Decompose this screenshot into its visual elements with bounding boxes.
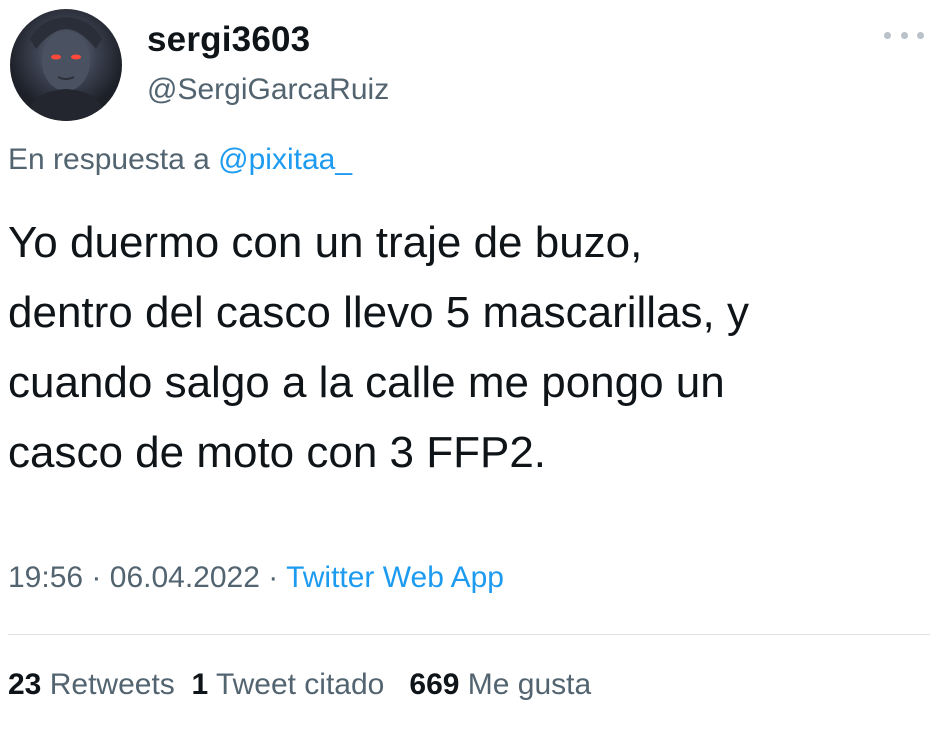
more-dot <box>884 31 891 39</box>
reply-prefix: En respuesta a <box>8 143 210 176</box>
quotes-count: 1 <box>191 668 209 701</box>
likes-stat[interactable]: 669 Me gusta <box>409 668 591 701</box>
user-handle[interactable]: @SergiGarcaRuiz <box>147 73 389 107</box>
more-dot <box>917 31 924 39</box>
meta-separator: · <box>268 561 279 594</box>
retweets-stat[interactable]: 23 Retweets <box>8 668 175 701</box>
likes-label: Me gusta <box>467 668 592 701</box>
quotes-label: Tweet citado <box>215 668 385 701</box>
profile-avatar-icon <box>24 17 108 121</box>
divider <box>8 634 930 635</box>
meta-separator: · <box>91 561 102 594</box>
tweet-date[interactable]: 06.04.2022 <box>110 561 260 594</box>
tweet-time[interactable]: 19:56 <box>8 561 83 594</box>
tweet-card: sergi3603 @SergiGarcaRuiz En respuesta a… <box>0 0 938 734</box>
tweet-meta: 19:56 · 06.04.2022 · Twitter Web App <box>8 561 504 595</box>
reply-context: En respuesta a @pixitaa_ <box>8 143 352 177</box>
retweets-count: 23 <box>8 668 42 701</box>
avatar[interactable] <box>10 9 122 121</box>
quotes-stat[interactable]: 1 Tweet citado <box>191 668 384 701</box>
more-horizontal-icon[interactable] <box>884 26 924 44</box>
source-app-link[interactable]: Twitter Web App <box>286 561 504 594</box>
tweet-stats: 23 Retweets 1 Tweet citado 669 Me gusta <box>8 668 591 702</box>
retweets-label: Retweets <box>49 668 175 701</box>
tweet-text: Yo duermo con un traje de buzo, dentro d… <box>8 218 749 477</box>
display-name[interactable]: sergi3603 <box>147 20 310 60</box>
likes-count: 669 <box>409 668 460 701</box>
reply-mention-link[interactable]: @pixitaa_ <box>218 143 352 176</box>
more-dot <box>900 31 908 39</box>
